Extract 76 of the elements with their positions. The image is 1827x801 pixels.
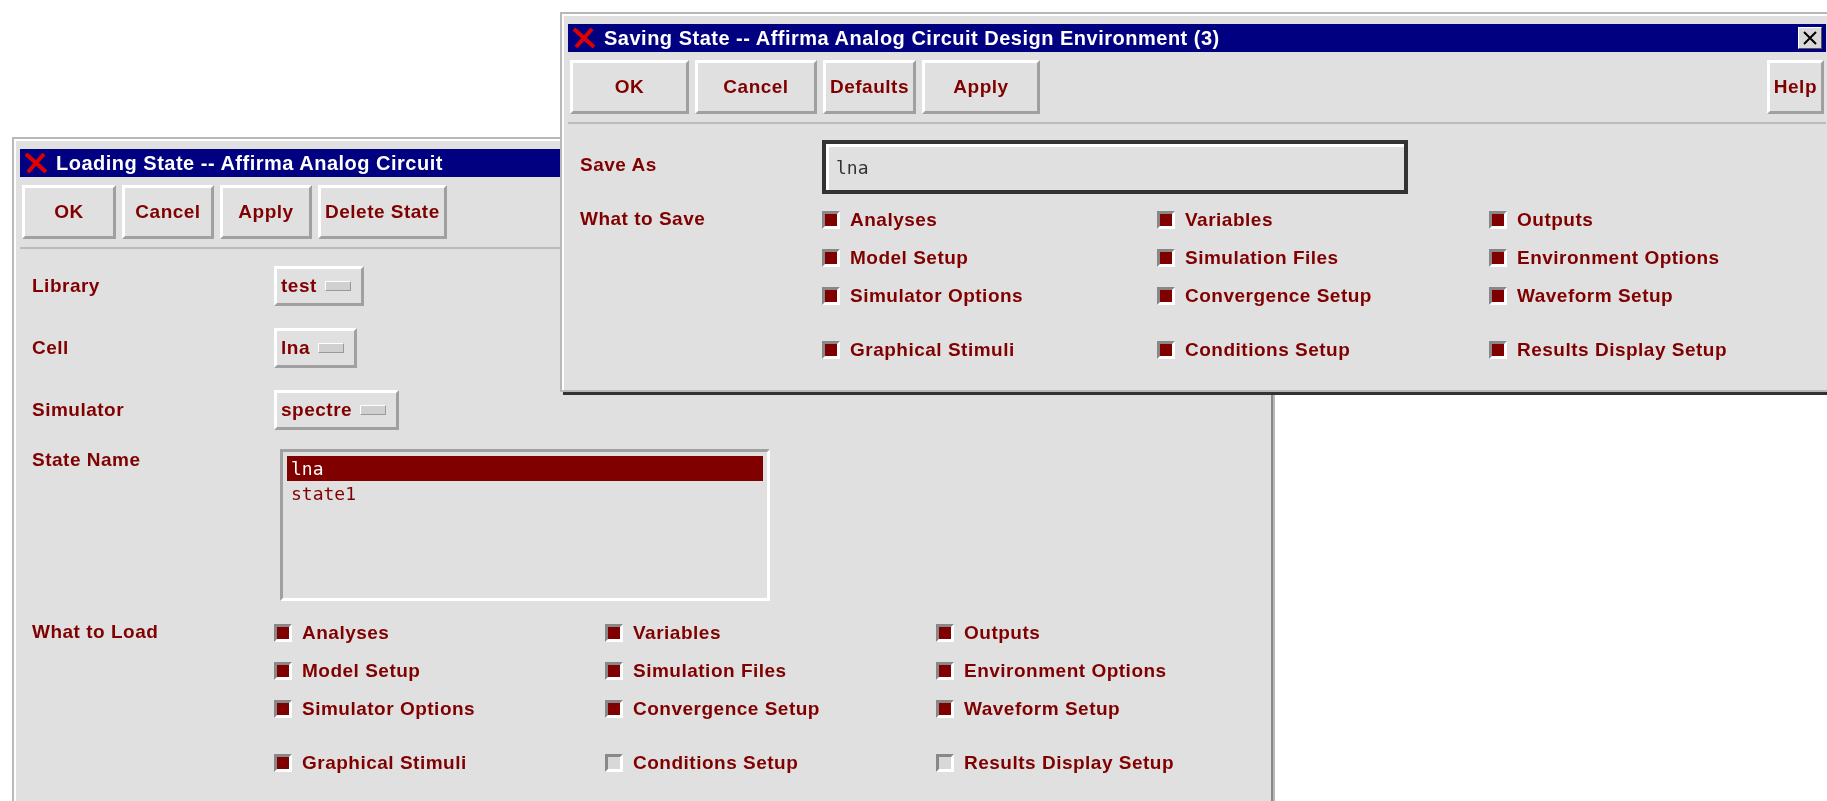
close-icon bbox=[1803, 31, 1817, 45]
x-logo-icon bbox=[572, 28, 596, 48]
window-title: Saving State -- Affirma Analog Circuit Design Environment (3) bbox=[604, 26, 1220, 50]
field-label: Library bbox=[32, 275, 101, 297]
checkbox[interactable] bbox=[605, 624, 623, 642]
dialog-button[interactable]: Delete State bbox=[318, 185, 447, 239]
checkbox[interactable] bbox=[1489, 249, 1507, 267]
checkbox[interactable] bbox=[1157, 341, 1175, 359]
checkbox-label: Outputs bbox=[1517, 209, 1594, 231]
option-menu[interactable]: lna bbox=[274, 328, 357, 368]
dialog-button[interactable]: Apply bbox=[921, 60, 1040, 114]
dialog-button[interactable]: Apply bbox=[220, 185, 312, 239]
checkbox-label: Results Display Setup bbox=[964, 752, 1175, 774]
dialog-button[interactable]: OK bbox=[22, 185, 116, 239]
checkbox[interactable] bbox=[936, 624, 954, 642]
checkbox-label: Results Display Setup bbox=[1517, 339, 1728, 361]
checkbox-label: Model Setup bbox=[850, 247, 969, 269]
input-field[interactable]: lna bbox=[822, 140, 1408, 194]
checkbox[interactable] bbox=[1489, 287, 1507, 305]
checkbox-label: Conditions Setup bbox=[1185, 339, 1351, 361]
field-label: Save As bbox=[580, 154, 658, 176]
checkbox-label: Convergence Setup bbox=[1185, 285, 1372, 307]
option-menu[interactable]: test bbox=[274, 266, 364, 306]
checkbox-label: Simulator Options bbox=[302, 698, 476, 720]
checkbox-label: Variables bbox=[633, 622, 721, 644]
checkbox-label: Analyses bbox=[850, 209, 938, 231]
checkbox-label: Waveform Setup bbox=[964, 698, 1121, 720]
checkbox[interactable] bbox=[822, 249, 840, 267]
checkbox-label: Variables bbox=[1185, 209, 1273, 231]
field-label: State Name bbox=[32, 448, 142, 471]
checkbox[interactable] bbox=[822, 341, 840, 359]
checkbox-label: Simulation Files bbox=[1185, 247, 1339, 269]
checkbox-label: Graphical Stimuli bbox=[850, 339, 1015, 361]
checkbox-label: Convergence Setup bbox=[633, 698, 820, 720]
checkbox[interactable] bbox=[1157, 287, 1175, 305]
dialog-button[interactable]: OK bbox=[570, 60, 689, 114]
x-logo-icon bbox=[24, 153, 48, 173]
checkbox-label: Graphical Stimuli bbox=[302, 752, 467, 774]
checkbox-label: Waveform Setup bbox=[1517, 285, 1674, 307]
checkbox[interactable] bbox=[822, 211, 840, 229]
checkbox-label: Outputs bbox=[964, 622, 1041, 644]
checkbox-label: Analyses bbox=[302, 622, 390, 644]
checkbox-label: Model Setup bbox=[302, 660, 421, 682]
checkbox[interactable] bbox=[822, 287, 840, 305]
checkbox[interactable] bbox=[1157, 249, 1175, 267]
field-label: Cell bbox=[32, 337, 70, 359]
list-item[interactable]: lna bbox=[287, 456, 763, 481]
field-label: Simulator bbox=[32, 399, 126, 421]
checkbox[interactable] bbox=[936, 662, 954, 680]
list-item[interactable]: state1 bbox=[287, 481, 763, 506]
field-label: What to Save bbox=[580, 207, 707, 230]
checkbox[interactable] bbox=[1489, 211, 1507, 229]
checkbox[interactable] bbox=[605, 754, 623, 772]
checkbox[interactable] bbox=[1489, 341, 1507, 359]
checkbox[interactable] bbox=[605, 662, 623, 680]
checkbox[interactable] bbox=[274, 754, 292, 772]
window-title: Loading State -- Affirma Analog Circuit bbox=[56, 151, 443, 175]
checkbox[interactable] bbox=[936, 700, 954, 718]
dialog-button[interactable]: Cancel bbox=[695, 60, 817, 114]
checkbox-label: Simulator Options bbox=[850, 285, 1024, 307]
checkbox-label: Environment Options bbox=[964, 660, 1167, 682]
checkbox[interactable] bbox=[936, 754, 954, 772]
checkbox-label: Environment Options bbox=[1517, 247, 1720, 269]
checkbox[interactable] bbox=[1157, 211, 1175, 229]
help-button[interactable]: Help bbox=[1766, 60, 1824, 114]
checkbox[interactable] bbox=[605, 700, 623, 718]
checkbox-label: Simulation Files bbox=[633, 660, 787, 682]
checkbox[interactable] bbox=[274, 662, 292, 680]
option-menu[interactable]: spectre bbox=[274, 390, 400, 430]
checkbox[interactable] bbox=[274, 624, 292, 642]
field-label: What to Load bbox=[32, 620, 160, 643]
checkbox-label: Conditions Setup bbox=[633, 752, 799, 774]
checkbox[interactable] bbox=[274, 700, 292, 718]
close-button[interactable] bbox=[1798, 27, 1822, 49]
dialog-button[interactable]: Defaults bbox=[823, 60, 916, 114]
dialog-button[interactable]: Cancel bbox=[122, 185, 214, 239]
